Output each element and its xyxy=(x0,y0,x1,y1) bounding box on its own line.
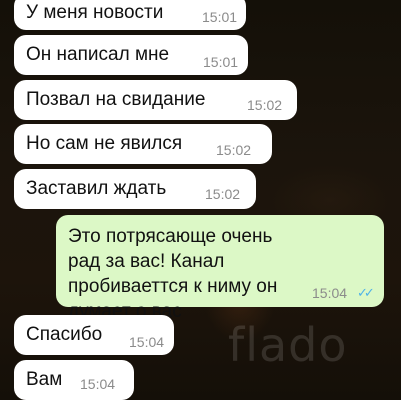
message-bubble-incoming[interactable]: Но сам не явился 15:02 xyxy=(14,124,272,164)
message-bubble-incoming[interactable]: Вам 15:04 xyxy=(14,360,134,400)
message-text: Но сам не явился xyxy=(26,133,183,154)
message-bubble-incoming[interactable]: Спасибо 15:04 xyxy=(14,315,174,355)
message-time: 15:04 xyxy=(129,334,165,350)
message-time: 15:01 xyxy=(203,54,239,70)
message-text: Заставил ждать xyxy=(26,178,167,199)
message-time: 15:01 xyxy=(202,9,238,25)
message-text: Вам xyxy=(26,369,63,390)
read-double-check-icon: ✓✓ xyxy=(357,285,375,300)
watermark: flado xyxy=(228,318,348,372)
message-time: 15:04 xyxy=(312,285,348,301)
message-time: 15:02 xyxy=(205,186,241,202)
message-bubble-incoming[interactable]: Он написал мне 15:01 xyxy=(14,35,248,75)
message-bubble-incoming[interactable]: Заставил ждать 15:02 xyxy=(14,169,256,209)
message-time: 15:02 xyxy=(247,97,283,113)
message-text: Позвал на свидание xyxy=(26,89,206,110)
message-bubble-incoming[interactable]: У меня новости 15:01 xyxy=(14,0,246,30)
message-bubble-outgoing[interactable]: Это потрясающе очень рад за вас! Канал п… xyxy=(56,215,384,322)
message-text: У меня новости xyxy=(26,2,164,23)
message-text: Это потрясающе очень рад за вас! Канал п… xyxy=(68,226,278,322)
message-text: Он написал мне xyxy=(26,44,170,65)
message-text: Спасибо xyxy=(26,324,103,345)
message-bubble-incoming[interactable]: Позвал на свидание 15:02 xyxy=(14,80,297,120)
message-time: 15:02 xyxy=(216,142,252,158)
message-time: 15:04 xyxy=(80,376,116,392)
